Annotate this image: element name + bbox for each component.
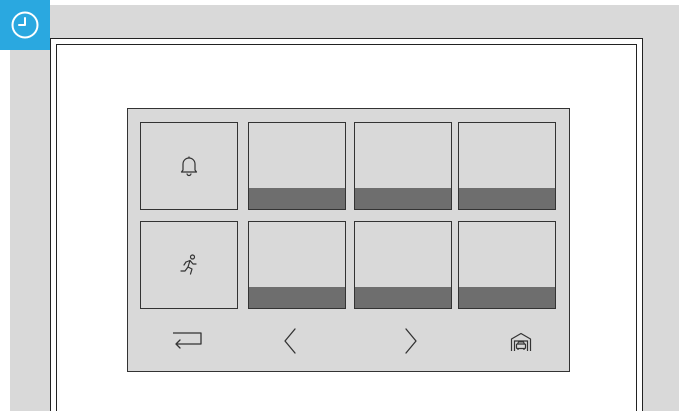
tile-status-bar (459, 287, 555, 308)
tile-2-4[interactable] (458, 221, 556, 309)
tile-1-4[interactable] (458, 122, 556, 210)
clock-badge (0, 0, 50, 50)
garage-car-icon (510, 332, 532, 351)
tile-1-2[interactable] (248, 122, 346, 210)
tile-status-bar (355, 188, 451, 209)
tile-1-3[interactable] (354, 122, 452, 210)
tile-status-bar (355, 287, 451, 308)
next-page-button[interactable] (403, 327, 419, 355)
tile-status-bar (459, 188, 555, 209)
clock-icon (11, 11, 39, 39)
chevron-right-icon (405, 328, 417, 354)
emergency-exit-tile[interactable] (140, 221, 238, 309)
chevron-left-icon (284, 328, 296, 354)
tile-status-bar (249, 188, 345, 209)
return-arrow-icon (173, 332, 202, 349)
alarm-bell-tile[interactable] (140, 122, 238, 210)
tile-2-3[interactable] (354, 221, 452, 309)
previous-page-button[interactable] (282, 327, 298, 355)
bell-icon (179, 155, 199, 177)
back-button[interactable] (171, 330, 205, 352)
tile-2-2[interactable] (248, 221, 346, 309)
garage-button[interactable] (510, 332, 532, 352)
tile-status-bar (249, 287, 345, 308)
running-person-icon (177, 253, 201, 277)
